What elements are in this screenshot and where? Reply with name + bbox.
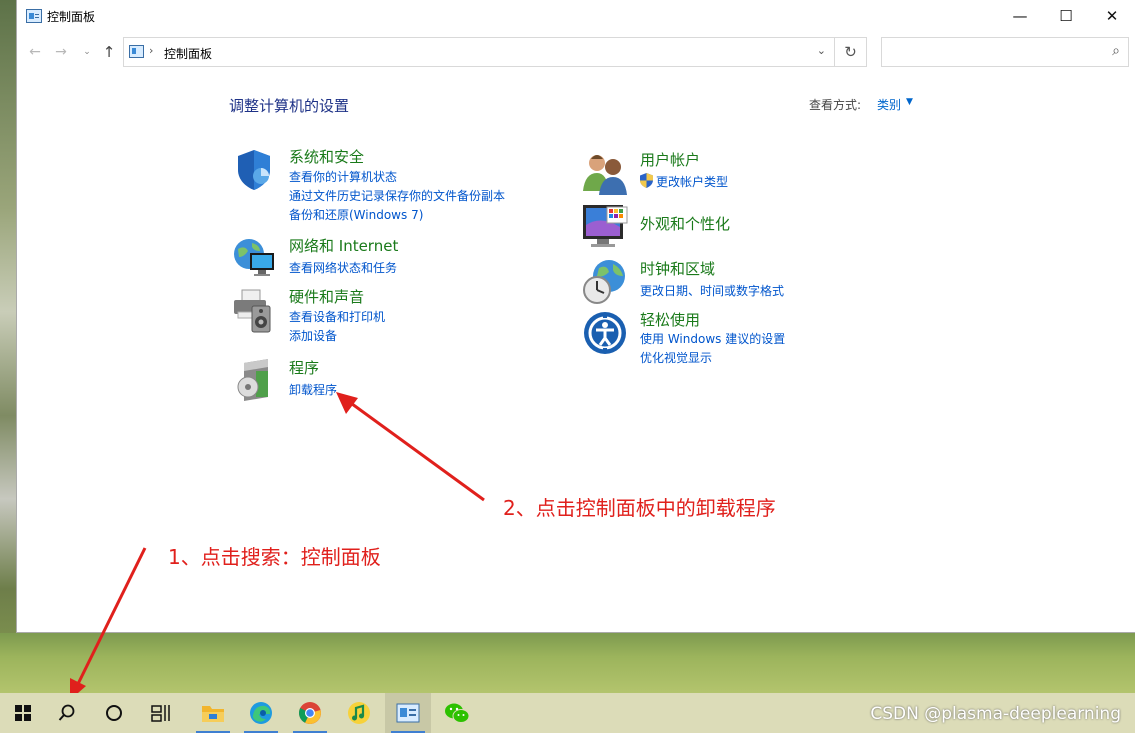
taskbar-music-app[interactable] (336, 693, 382, 733)
taskbar: CSDN @plasma-deeplearning (0, 693, 1135, 733)
chevron-down-icon[interactable]: ▼ (906, 97, 913, 107)
annotation-step-1: 1、点击搜索：控制面板 (168, 545, 381, 569)
category-title[interactable]: 网络和 Internet (289, 235, 398, 256)
taskbar-wechat[interactable] (434, 693, 480, 733)
control-panel-icon (129, 45, 144, 58)
desktop-wallpaper-bottom (0, 633, 1135, 693)
link-change-account-type[interactable]: 更改帐户类型 (656, 173, 728, 190)
clock-globe-icon[interactable] (581, 258, 629, 306)
desktop-wallpaper-left (0, 0, 16, 693)
window-title: 控制面板 (47, 10, 96, 24)
title-bar[interactable]: 控制面板 — ☐ ✕ (17, 0, 1135, 32)
category-title[interactable]: 时钟和区域 (640, 258, 715, 279)
monitor-palette-icon[interactable] (581, 203, 629, 251)
printer-speaker-icon[interactable] (230, 286, 278, 334)
link-change-date-format[interactable]: 更改日期、时间或数字格式 (640, 282, 784, 299)
minimize-button[interactable]: — (997, 0, 1043, 32)
file-explorer-icon (202, 706, 224, 722)
control-panel-window: 控制面板 — ☐ ✕ ← → ⌄ ↑ › 控制面板 ⌄ ↻ ⌕ 调整计算机的设置… (16, 0, 1135, 633)
taskbar-edge[interactable] (238, 693, 284, 733)
chevron-down-icon[interactable]: ⌄ (817, 44, 826, 57)
view-by-label: 查看方式: (809, 98, 862, 112)
breadcrumb[interactable]: 控制面板 (164, 45, 212, 62)
start-icon (15, 705, 31, 721)
forward-button[interactable]: → (51, 42, 71, 62)
link-file-history[interactable]: 通过文件历史记录保存你的文件备份副本 (289, 187, 505, 204)
users-icon[interactable] (581, 149, 629, 197)
close-button[interactable]: ✕ (1089, 0, 1135, 32)
link-optimize-visual-display[interactable]: 优化视觉显示 (640, 349, 712, 366)
ease-of-access-icon[interactable] (581, 309, 629, 357)
shield-icon[interactable] (230, 146, 278, 194)
taskbar-file-explorer[interactable] (190, 693, 236, 733)
cortana-icon (106, 705, 122, 721)
link-uninstall-program[interactable]: 卸载程序 (289, 381, 337, 398)
chrome-icon (298, 702, 321, 724)
address-bar[interactable]: › 控制面板 ⌄ (123, 37, 835, 67)
link-network-status[interactable]: 查看网络状态和任务 (289, 259, 397, 276)
control-panel-icon (396, 703, 420, 723)
control-panel-icon (26, 9, 42, 23)
cortana-button[interactable] (91, 693, 137, 733)
search-button[interactable] (44, 693, 90, 733)
programs-disc-icon[interactable] (230, 357, 278, 405)
search-icon (58, 704, 75, 721)
wechat-icon (445, 703, 470, 723)
category-title[interactable]: 程序 (289, 357, 319, 378)
maximize-button[interactable]: ☐ (1043, 0, 1089, 32)
link-windows-recommended-settings[interactable]: 使用 Windows 建议的设置 (640, 330, 785, 347)
watermark: CSDN @plasma-deeplearning (870, 704, 1121, 724)
task-view-icon (151, 705, 170, 722)
category-title[interactable]: 系统和安全 (289, 146, 364, 167)
taskbar-chrome[interactable] (287, 693, 333, 733)
recent-locations-button[interactable]: ⌄ (77, 42, 97, 62)
search-input[interactable]: ⌕ (881, 37, 1129, 67)
edge-icon (250, 702, 272, 724)
search-icon[interactable]: ⌕ (1112, 43, 1120, 59)
category-title[interactable]: 轻松使用 (640, 309, 700, 330)
category-title[interactable]: 用户帐户 (640, 149, 700, 170)
taskbar-control-panel[interactable] (385, 693, 431, 733)
music-app-icon (348, 702, 370, 724)
start-button[interactable] (0, 693, 46, 733)
refresh-button[interactable]: ↻ (835, 37, 867, 67)
link-backup-restore[interactable]: 备份和还原(Windows 7) (289, 206, 423, 223)
page-title: 调整计算机的设置 (229, 97, 350, 115)
annotation-step-2: 2、点击控制面板中的卸载程序 (503, 496, 776, 520)
link-view-computer-status[interactable]: 查看你的计算机状态 (289, 168, 397, 185)
breadcrumb-separator[interactable]: › (149, 44, 153, 57)
task-view-button[interactable] (138, 693, 184, 733)
back-button[interactable]: ← (25, 42, 45, 62)
link-devices-printers[interactable]: 查看设备和打印机 (289, 308, 385, 325)
link-add-device[interactable]: 添加设备 (289, 327, 337, 344)
category-title[interactable]: 硬件和声音 (289, 286, 364, 307)
view-by-dropdown[interactable]: 类别 (877, 96, 901, 113)
category-title[interactable]: 外观和个性化 (640, 213, 730, 234)
network-globe-icon[interactable] (230, 235, 278, 283)
up-button[interactable]: ↑ (99, 42, 119, 62)
uac-shield-icon (640, 173, 653, 188)
